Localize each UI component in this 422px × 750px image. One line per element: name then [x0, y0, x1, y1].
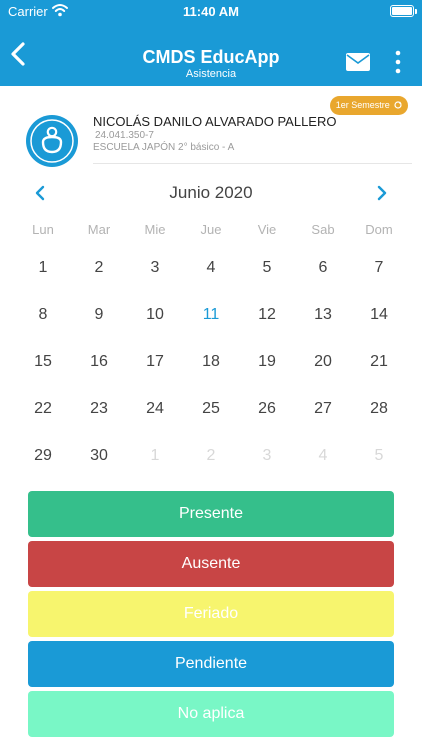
calendar-day[interactable]: 30 — [71, 445, 127, 467]
calendar-day[interactable]: 9 — [71, 304, 127, 326]
mail-icon[interactable] — [346, 53, 370, 71]
weekday-label: Jue — [200, 222, 222, 237]
battery-icon — [390, 5, 417, 17]
calendar-day[interactable]: 13 — [295, 304, 351, 326]
calendar-day[interactable]: 4 — [295, 445, 351, 467]
status-bar: Carrier 11:40 AM — [0, 0, 422, 24]
status-not-applicable-button[interactable]: No aplica — [28, 691, 394, 737]
weekday-label: Mar — [87, 222, 111, 237]
calendar-day[interactable]: 3 — [127, 257, 183, 279]
calendar-day[interactable]: 23 — [71, 398, 127, 420]
calendar-day[interactable]: 6 — [295, 257, 351, 279]
more-vertical-icon[interactable] — [391, 50, 405, 74]
month-title: Junio 2020 — [169, 183, 253, 202]
chevron-right-icon[interactable] — [374, 183, 390, 203]
student-avatar — [26, 115, 78, 167]
calendar-day[interactable]: 8 — [15, 304, 71, 326]
calendar-day[interactable]: 2 — [71, 257, 127, 279]
divider — [93, 163, 412, 164]
weekday-header: Lun Mar Mie Jue Vie Sab Dom — [15, 222, 407, 240]
user-icon — [30, 119, 74, 163]
calendar-day[interactable]: 20 — [295, 351, 351, 373]
calendar-day[interactable]: 1 — [127, 445, 183, 467]
calendar-day[interactable]: 4 — [183, 257, 239, 279]
calendar-day[interactable]: 10 — [127, 304, 183, 326]
weekday-label: Lun — [32, 222, 54, 237]
calendar-day[interactable]: 27 — [295, 398, 351, 420]
calendar-day[interactable]: 3 — [239, 445, 295, 467]
top-bar: CMDS EducApp Asistencia — [0, 24, 422, 86]
student-id: 24.041.350-7 — [95, 130, 154, 141]
weekday-label: Sab — [311, 222, 335, 237]
calendar-day[interactable]: 2 — [183, 445, 239, 467]
calendar-day[interactable]: 14 — [351, 304, 407, 326]
calendar-day[interactable]: 21 — [351, 351, 407, 373]
refresh-icon — [394, 101, 402, 109]
clock: 11:40 AM — [183, 4, 239, 19]
calendar-day[interactable]: 25 — [183, 398, 239, 420]
weekday-label: Vie — [257, 222, 277, 237]
calendar-day[interactable]: 12 — [239, 304, 295, 326]
student-school: ESCUELA JAPÓN 2° básico - A — [93, 142, 235, 153]
calendar-day[interactable]: 16 — [71, 351, 127, 373]
calendar-day[interactable]: 7 — [351, 257, 407, 279]
status-absent-button[interactable]: Ausente — [28, 541, 394, 587]
calendar-day[interactable]: 5 — [239, 257, 295, 279]
student-name: NICOLÁS DANILO ALVARADO PALLERO — [93, 114, 337, 129]
weekday-label: Dom — [365, 222, 393, 237]
status-holiday-button[interactable]: Feriado — [28, 591, 394, 637]
weekday-label: Mie — [144, 222, 166, 237]
calendar-day[interactable]: 29 — [15, 445, 71, 467]
calendar-day[interactable]: 26 — [239, 398, 295, 420]
calendar-day[interactable]: 15 — [15, 351, 71, 373]
semester-label: 1er Semestre — [335, 100, 390, 110]
calendar-day[interactable]: 28 — [351, 398, 407, 420]
status-pending-button[interactable]: Pendiente — [28, 641, 394, 687]
calendar-day[interactable]: 22 — [15, 398, 71, 420]
calendar-day[interactable]: 11 — [183, 304, 239, 326]
calendar-day[interactable]: 18 — [183, 351, 239, 373]
calendar-day[interactable]: 5 — [351, 445, 407, 467]
semester-badge[interactable]: 1er Semestre — [330, 96, 408, 115]
status-present-button[interactable]: Presente — [28, 491, 394, 537]
calendar-day[interactable]: 1 — [15, 257, 71, 279]
calendar-day[interactable]: 24 — [127, 398, 183, 420]
calendar-day[interactable]: 17 — [127, 351, 183, 373]
calendar-day[interactable]: 19 — [239, 351, 295, 373]
